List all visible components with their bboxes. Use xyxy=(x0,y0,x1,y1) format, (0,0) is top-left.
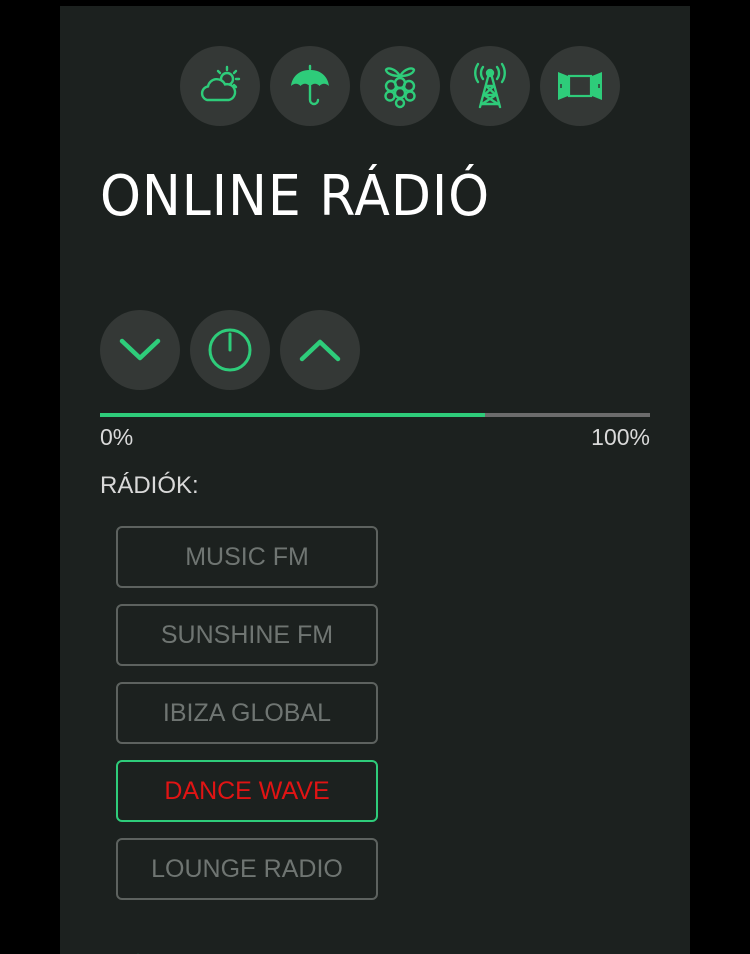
umbrella-icon xyxy=(291,64,329,106)
stations-label: RÁDIÓK: xyxy=(100,472,199,499)
playback-controls xyxy=(100,310,360,390)
station-button-dance-wave[interactable]: DANCE WAVE xyxy=(116,760,378,822)
chevron-up-icon xyxy=(299,339,341,362)
volume-slider[interactable] xyxy=(100,413,650,417)
top-navigation xyxy=(180,46,620,126)
page-title: ONLINE RÁDIÓ xyxy=(100,164,491,229)
volume-max-label: 100% xyxy=(591,424,650,450)
volume-slider-fill xyxy=(100,413,485,417)
window-shutters-button[interactable] xyxy=(540,46,620,126)
radio-tower-button[interactable] xyxy=(450,46,530,126)
raspberry-pi-button[interactable] xyxy=(360,46,440,126)
volume-min-label: 0% xyxy=(100,424,134,450)
power-button[interactable] xyxy=(190,310,270,390)
cutoff-icons-row xyxy=(130,946,270,954)
umbrella-button[interactable] xyxy=(270,46,350,126)
weather-button[interactable] xyxy=(180,46,260,126)
station-button-music-fm[interactable]: MUSIC FM xyxy=(116,526,378,588)
raspberry-pi-icon xyxy=(384,67,416,109)
weather-cloud-sun-icon xyxy=(200,65,241,102)
volume-up-button[interactable] xyxy=(280,310,360,390)
station-list: MUSIC FM SUNSHINE FM IBIZA GLOBAL DANCE … xyxy=(116,526,378,900)
station-button-ibiza-global[interactable]: IBIZA GLOBAL xyxy=(116,682,378,744)
station-button-lounge-radio[interactable]: LOUNGE RADIO xyxy=(116,838,378,900)
window-shutters-icon xyxy=(558,72,602,100)
volume-down-button[interactable] xyxy=(100,310,180,390)
chevron-down-icon xyxy=(119,338,161,361)
radio-tower-icon xyxy=(474,62,506,109)
station-button-sunshine-fm[interactable]: SUNSHINE FM xyxy=(116,604,378,666)
power-icon xyxy=(208,328,252,372)
